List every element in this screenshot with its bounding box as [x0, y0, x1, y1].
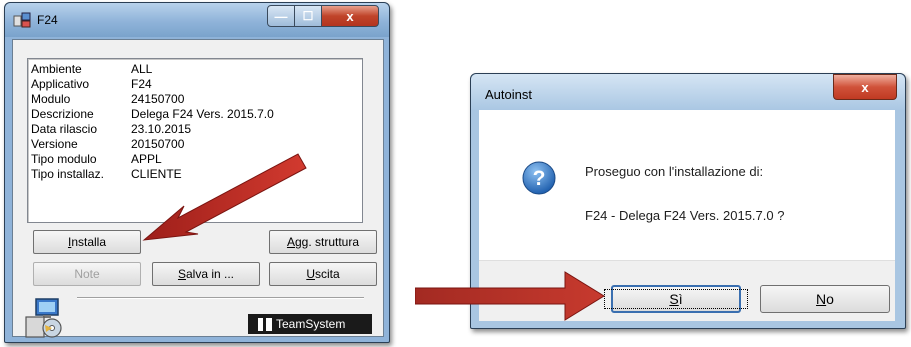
info-row: Tipo modulo APPL — [31, 152, 274, 167]
info-row: Tipo installaz. CLIENTE — [31, 167, 274, 182]
info-key: Ambiente — [31, 62, 82, 76]
agg-struttura-mnemonic: A — [286, 235, 295, 249]
si-label: ì — [678, 291, 683, 307]
note-label: Note — [74, 267, 100, 281]
installa-label: nstalla — [71, 235, 107, 249]
info-value: 23.10.2015 — [131, 122, 192, 136]
autoinst-title-bar[interactable]: Autoinst x — [471, 74, 905, 110]
maximize-button[interactable]: ☐ — [294, 5, 322, 27]
footer-divider — [77, 297, 364, 299]
salva-in-label: alva in ... — [185, 267, 235, 281]
installa-button[interactable]: Installa — [33, 230, 141, 254]
note-button[interactable]: Note — [33, 262, 141, 286]
agg-struttura-label: gg. struttura — [294, 235, 360, 249]
info-value: 24150700 — [131, 92, 185, 106]
dialog-close-button[interactable]: x — [833, 74, 897, 100]
si-button[interactable]: Sì — [604, 285, 748, 313]
module-info-table: Ambiente ALL Applicativo F24 Modulo 2415070… — [31, 62, 274, 182]
autoinst-title: Autoinst — [485, 87, 532, 102]
app-icon — [13, 12, 31, 28]
minimize-button[interactable]: — — [267, 5, 295, 27]
info-row: Versione 20150700 — [31, 137, 274, 152]
close-icon: x — [861, 79, 869, 95]
info-value: 20150700 — [131, 137, 185, 151]
info-value: APPL — [131, 152, 162, 166]
info-key: Tipo modulo — [31, 152, 97, 166]
info-row: Applicativo F24 — [31, 77, 274, 92]
info-value: Delega F24 Vers. 2015.7.0 — [131, 107, 274, 121]
confirm-message-line1: Proseguo con l'installazione di: — [585, 164, 764, 179]
info-row: Data rilascio 23.10.2015 — [31, 122, 274, 137]
teamsystem-logo-icon — [258, 317, 272, 331]
info-key: Tipo installaz. — [31, 167, 104, 181]
teamsystem-logo: TeamSystem — [248, 314, 372, 334]
si-label-wrap: Sì — [604, 289, 748, 309]
info-key: Data rilascio — [31, 122, 98, 136]
uscita-mnemonic: U — [306, 267, 315, 281]
info-key: Modulo — [31, 92, 71, 106]
setup-icon — [25, 298, 62, 338]
info-key: Descrizione — [31, 107, 94, 121]
uscita-button[interactable]: Uscita — [269, 262, 377, 286]
minimize-icon: — — [274, 8, 288, 24]
confirm-message-line2: F24 - Delega F24 Vers. 2015.7.0 ? — [585, 208, 785, 223]
info-value: CLIENTE — [131, 167, 182, 181]
maximize-icon: ☐ — [302, 9, 314, 23]
close-button[interactable]: x — [321, 5, 379, 27]
info-row: Descrizione Delega F24 Vers. 2015.7.0 — [31, 107, 274, 122]
no-button[interactable]: No — [760, 285, 890, 313]
question-icon: ? — [522, 161, 556, 195]
info-row: Modulo 24150700 — [31, 92, 274, 107]
close-icon: x — [346, 8, 354, 24]
uscita-label: scita — [314, 267, 340, 281]
info-value: F24 — [131, 77, 152, 91]
si-mnemonic: S — [669, 291, 679, 307]
f24-window-title: F24 — [37, 13, 58, 27]
info-row: Ambiente ALL — [31, 62, 274, 77]
teamsystem-logo-text: TeamSystem — [276, 317, 346, 331]
info-key: Applicativo — [31, 77, 90, 91]
salva-in-mnemonic: S — [177, 267, 186, 281]
module-info-box: Ambiente ALL Applicativo F24 Modulo 2415070… — [27, 58, 363, 223]
agg-struttura-button[interactable]: Agg. struttura — [269, 230, 377, 254]
no-mnemonic: N — [816, 291, 827, 307]
salva-in-button[interactable]: Salva in ... — [152, 262, 260, 286]
no-label: o — [826, 291, 834, 307]
info-key: Versione — [31, 137, 78, 151]
info-value: ALL — [131, 62, 153, 76]
f24-title-bar[interactable]: F24 — ☐ x — [5, 3, 389, 37]
svg-text:?: ? — [533, 167, 546, 190]
